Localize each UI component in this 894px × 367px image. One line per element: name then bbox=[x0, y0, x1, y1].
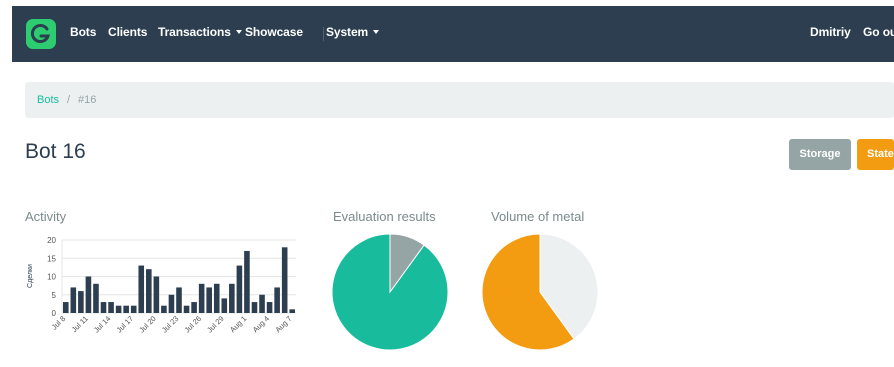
nav-showcase-label: Showcase bbox=[245, 25, 303, 39]
x-tick-label: Aug 4 bbox=[251, 314, 271, 334]
nav-transactions-label: Transactions bbox=[158, 25, 231, 39]
y-tick-label: 15 bbox=[47, 254, 56, 263]
x-tick-label: Aug 7 bbox=[273, 314, 293, 334]
activity-bar bbox=[78, 291, 84, 313]
nav-showcase[interactable]: Showcase bbox=[245, 25, 303, 39]
activity-bar bbox=[206, 287, 212, 313]
activity-bar bbox=[138, 265, 145, 313]
activity-bar bbox=[85, 276, 92, 313]
activity-bar bbox=[251, 302, 258, 313]
activity-bar bbox=[108, 302, 114, 313]
x-tick-label: Jul 29 bbox=[205, 314, 226, 335]
nav-system-dropdown[interactable]: System bbox=[326, 25, 380, 39]
nav-bots-label: Bots bbox=[70, 25, 97, 39]
app-logo[interactable] bbox=[26, 19, 56, 49]
evaluation-title: Evaluation results bbox=[333, 209, 436, 224]
activity-bar bbox=[191, 302, 197, 313]
nav-user-label: Dmitriy bbox=[810, 25, 851, 39]
nav-divider bbox=[323, 27, 324, 41]
caret-down-icon bbox=[373, 29, 380, 34]
nav-user[interactable]: Dmitriy bbox=[810, 25, 851, 39]
volume-pie-chart bbox=[481, 233, 599, 351]
breadcrumb-current: #16 bbox=[78, 94, 97, 106]
activity-bars bbox=[62, 247, 296, 313]
activity-bar bbox=[266, 302, 273, 313]
activity-bar bbox=[183, 305, 190, 313]
activity-bar bbox=[70, 287, 77, 313]
activity-bar bbox=[100, 302, 107, 313]
activity-bar bbox=[153, 276, 160, 313]
activity-bar bbox=[221, 298, 228, 313]
y-tick-label: 0 bbox=[52, 309, 57, 318]
y-tick-label: 20 bbox=[47, 236, 56, 245]
nav-bots[interactable]: Bots bbox=[70, 25, 96, 39]
activity-x-ticks: Jul 8 Jul 11 Jul 14 Jul 17 Jul 20 Jul 23 Jul 2… bbox=[50, 314, 294, 335]
activity-bar bbox=[281, 247, 288, 313]
page-title: Bot 16 bbox=[25, 140, 86, 163]
nav-clients-label: Clients bbox=[108, 25, 148, 39]
nav-logout[interactable]: Go out bbox=[863, 25, 894, 39]
activity-bar bbox=[161, 305, 167, 313]
activity-y-ticks: 0 5 10 15 20 bbox=[47, 236, 56, 318]
activity-bar bbox=[289, 309, 296, 313]
x-tick-label: Jul 20 bbox=[137, 314, 158, 335]
y-tick-label: 5 bbox=[52, 291, 57, 300]
logo-icon bbox=[30, 24, 51, 43]
activity-bar bbox=[168, 294, 175, 313]
x-tick-label: Jul 11 bbox=[70, 314, 90, 334]
caret-down-icon bbox=[235, 29, 242, 34]
storage-button[interactable]: Storage bbox=[789, 139, 851, 170]
activity-bar bbox=[229, 283, 235, 313]
activity-bar bbox=[93, 283, 99, 313]
breadcrumb: Bots / #16 bbox=[25, 82, 894, 118]
x-tick-label: Jul 23 bbox=[160, 314, 181, 335]
activity-bar bbox=[176, 287, 182, 313]
x-tick-label: Aug 1 bbox=[228, 314, 248, 334]
activity-bar bbox=[213, 283, 220, 313]
activity-bar bbox=[146, 269, 152, 313]
breadcrumb-bots-link[interactable]: Bots bbox=[37, 94, 59, 106]
navbar: Bots Clients Transactions Showcase Syste… bbox=[12, 6, 894, 62]
activity-bar bbox=[274, 287, 280, 313]
activity-bar bbox=[130, 305, 137, 313]
activity-bar bbox=[115, 305, 122, 313]
activity-y-label: Сделки bbox=[27, 264, 34, 288]
breadcrumb-separator: / bbox=[67, 94, 71, 106]
nav-clients[interactable]: Clients bbox=[108, 25, 147, 39]
activity-bar bbox=[244, 250, 250, 313]
activity-title: Activity bbox=[25, 209, 67, 224]
state-button[interactable]: State bbox=[857, 139, 894, 170]
activity-bar bbox=[62, 302, 69, 313]
nav-system-label: System bbox=[326, 25, 369, 39]
x-tick-label: Jul 17 bbox=[115, 314, 136, 335]
activity-chart: 0 5 10 15 20 Jul 8 Jul 11 Jul 14 Jul 17 Jul 20 Ju… bbox=[27, 236, 296, 335]
activity-bar bbox=[123, 305, 129, 313]
nav-transactions-dropdown[interactable]: Transactions bbox=[158, 25, 242, 39]
activity-bar bbox=[259, 294, 265, 313]
x-tick-label: Jul 26 bbox=[183, 314, 204, 335]
evaluation-pie-chart bbox=[331, 233, 449, 351]
activity-bar bbox=[198, 283, 205, 313]
activity-bar bbox=[236, 265, 243, 313]
y-tick-label: 10 bbox=[47, 273, 56, 282]
nav-logout-label: Go out bbox=[863, 25, 894, 39]
x-tick-label: Jul 14 bbox=[92, 314, 113, 335]
volume-title: Volume of metal bbox=[491, 209, 585, 224]
